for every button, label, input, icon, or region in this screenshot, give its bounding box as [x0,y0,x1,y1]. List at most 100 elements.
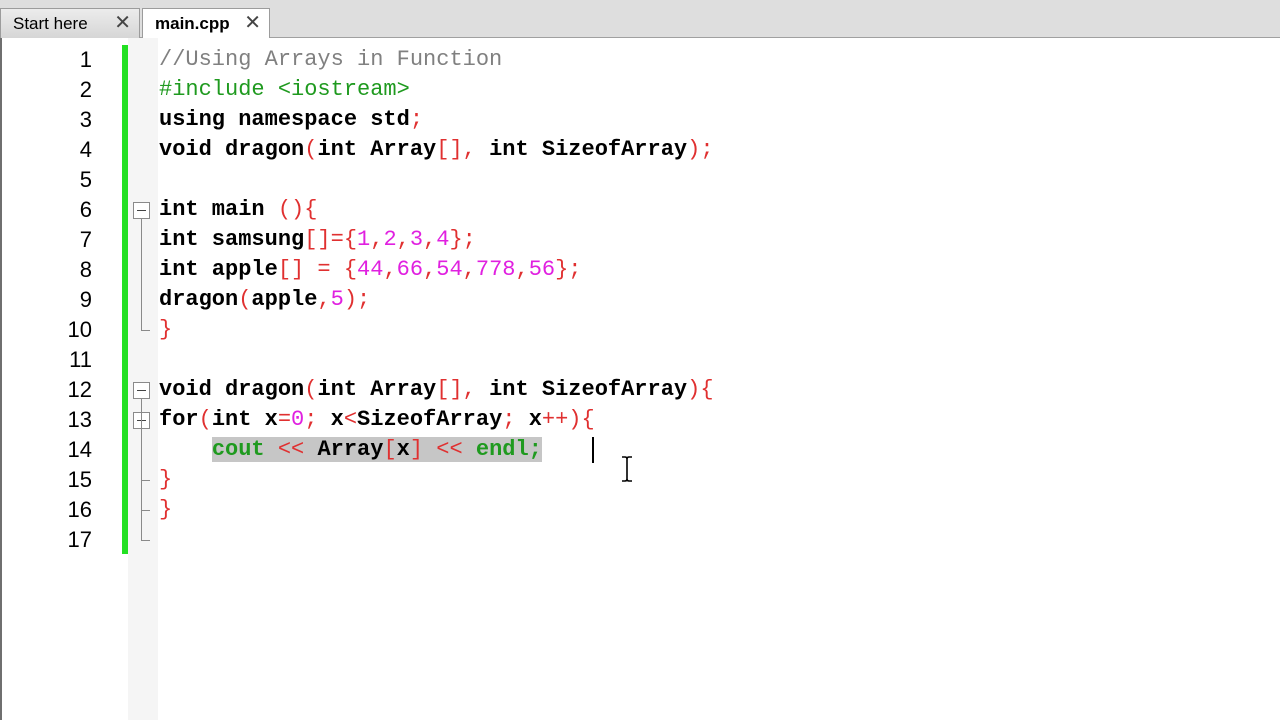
code-token: ++){ [541,407,595,432]
code-line-7: int samsung[]={1,2,3,4}; [159,225,476,255]
code-token: }; [555,257,582,282]
tab-label: Start here [13,14,88,33]
code-token: , [370,227,384,252]
line-number: 4 [79,137,92,162]
code-token: x [528,407,542,432]
line-number: 7 [79,227,92,252]
number-literal: 0 [291,407,305,432]
fold-end-marker [141,480,150,481]
tab-label: main.cpp [155,14,230,33]
code-token: void dragon [159,377,305,402]
line-number: 1 [79,47,92,72]
code-token: void dragon [159,137,305,162]
close-icon[interactable]: ✕ [244,9,261,38]
line-number: 6 [79,197,92,222]
code-token: ); [687,137,714,162]
code-line-15: } [159,465,172,495]
code-line-2: #include <iostream> [159,75,410,105]
code-token: } [159,497,173,522]
line-number: 5 [79,167,92,192]
code-token: < [343,407,358,432]
line-number: 10 [67,317,92,342]
line-number: 15 [67,467,92,492]
code-token: [] [436,377,463,402]
code-line-12: void dragon(int Array[], int SizeofArray… [159,375,714,405]
tab-bar: Start here ✕ main.cpp ✕ [0,0,1280,39]
code-token: ; [304,407,331,432]
number-literal: 4 [436,227,450,252]
code-token: [ [383,437,397,462]
code-token: int samsung [159,227,305,252]
code-token: (){ [277,197,318,222]
text-caret [592,437,594,463]
line-number: 8 [79,257,92,282]
code-token: } [159,317,173,342]
code-token: , [317,287,331,312]
code-line-10: } [159,315,172,345]
ibeam-cursor-icon [622,456,632,482]
code-token: , [423,257,437,282]
code-token: int SizeofArray [489,137,688,162]
code-token: << [264,437,318,462]
code-token: int main [159,197,278,222]
code-token: int apple [159,257,278,282]
fold-collapse-icon[interactable] [133,202,150,219]
code-token: ( [238,287,252,312]
code-token: } [159,467,173,492]
number-literal: 1 [357,227,371,252]
code-token: ( [304,377,318,402]
code-line-8: int apple[] = {44,66,54,778,56}; [159,255,582,285]
code-token: ( [198,407,212,432]
number-literal: 54 [436,257,463,282]
fold-margin [128,38,158,720]
code-line-14: cout << Array[x] << endl; [159,435,542,465]
code-token: x [330,407,344,432]
code-token: for [159,407,199,432]
code-token: ){ [687,377,714,402]
code-token: , [515,257,529,282]
code-token: }; [449,227,476,252]
line-number: 9 [79,287,92,312]
code-token: ); [343,287,371,312]
number-literal: 2 [383,227,397,252]
code-token: , [462,377,490,402]
code-token: , [462,257,476,282]
selected-text[interactable]: cout << Array[x] << endl; [211,437,542,462]
tab-start-here[interactable]: Start here ✕ [0,8,140,38]
code-token: ] [409,437,424,462]
line-number: 17 [67,527,92,552]
code-token: int x [211,407,278,432]
code-line-4: void dragon(int Array[], int SizeofArray… [159,135,714,165]
line-number: 13 [67,407,92,432]
code-token: [] [436,137,463,162]
fold-collapse-icon[interactable] [133,382,150,399]
code-token: x [396,437,410,462]
code-token: dragon [159,287,239,312]
code-line-13: for(int x=0; x<SizeofArray; x++){ [159,405,595,435]
line-number: 11 [69,347,92,372]
code-token: , [383,257,397,282]
code-token: , [462,137,490,162]
fold-end-marker [141,330,150,331]
code-token: , [396,227,410,252]
code-line-16: } [159,495,172,525]
code-token: ( [304,137,318,162]
number-literal: 3 [409,227,424,252]
code-token: ; [409,107,424,132]
number-literal: 778 [475,257,516,282]
code-line-1: //Using Arrays in Function [159,45,502,75]
line-number: 3 [79,107,92,132]
fold-end-marker [141,540,150,541]
fold-guide-line [141,219,142,330]
preprocessor-directive: #include <iostream> [159,77,410,102]
number-literal: 44 [357,257,384,282]
close-icon[interactable]: ✕ [114,9,131,38]
fold-guide-line [141,399,142,540]
code-line-3: using namespace std; [159,105,423,135]
tab-main-cpp[interactable]: main.cpp ✕ [142,8,270,39]
line-number: 16 [67,497,92,522]
code-token: cout [211,437,265,462]
code-line-9: dragon(apple,5); [159,285,370,315]
number-literal: 56 [528,257,556,282]
